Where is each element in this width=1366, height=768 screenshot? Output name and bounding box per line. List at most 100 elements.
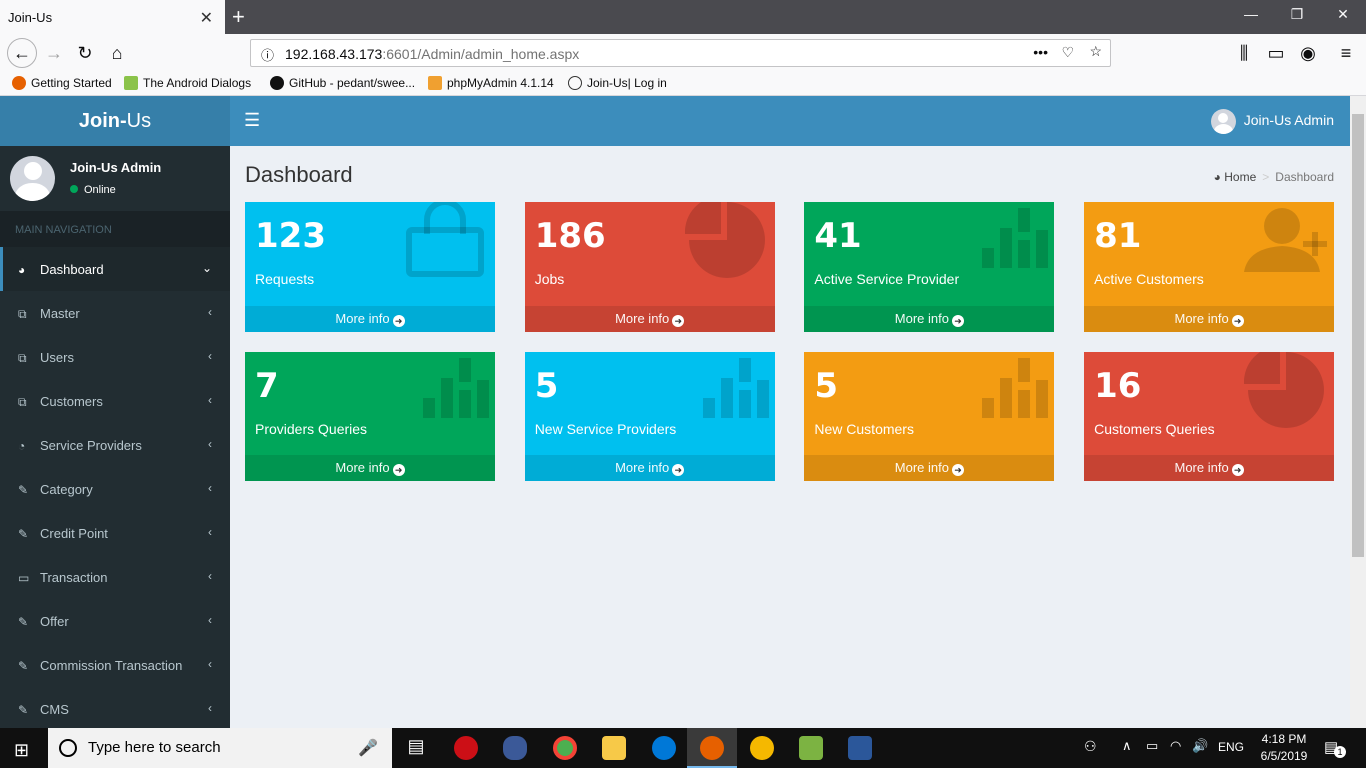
menu-icon[interactable]: ≡ [1334, 41, 1358, 65]
more-info-link[interactable]: More info ➜ [1084, 455, 1335, 481]
info-box-label: Jobs [534, 271, 565, 287]
sidebar-toggle-icon[interactable]: ▭ [1264, 41, 1288, 65]
volume-icon[interactable]: 🔊 [1192, 738, 1208, 754]
home-icon[interactable]: ⌂ [105, 41, 129, 65]
language-indicator[interactable]: ENG [1218, 740, 1244, 754]
battery-icon[interactable]: ▭ [1146, 738, 1158, 754]
firefox-icon [12, 76, 26, 90]
sidebar-toggle-icon[interactable]: ☰ [244, 110, 260, 131]
notifications-icon[interactable]: ▤ 1 [1324, 738, 1346, 758]
breadcrumb-home[interactable]: Home [1224, 170, 1256, 184]
info-box-label: Customers Queries [1094, 421, 1215, 437]
info-box-label: Requests [255, 271, 315, 287]
sidebar-item-service-providers[interactable]: ◔ Service Providers ‹ [0, 423, 230, 467]
taskbar-search[interactable]: Type here to search 🎤 [48, 728, 392, 768]
page-actions-icon[interactable]: ••• [1033, 44, 1048, 60]
sidebar-item-customers[interactable]: ⧉ Customers ‹ [0, 379, 230, 423]
new-tab-icon[interactable]: + [232, 4, 245, 30]
bookmark-item[interactable]: The Android Dialogs [124, 76, 251, 90]
chevron-left-icon: ‹ [208, 437, 212, 451]
brand-logo[interactable]: Join-Us [0, 96, 230, 146]
reload-icon[interactable]: ↻ [73, 41, 97, 65]
info-box-value: 5 [534, 366, 559, 406]
page-scrollbar[interactable] [1350, 96, 1366, 728]
url-host: 192.168.43.173 [285, 46, 383, 62]
more-info-link[interactable]: More info ➜ [804, 306, 1055, 332]
more-info-link[interactable]: More info ➜ [524, 306, 775, 332]
pocket-icon[interactable]: ♡ [1061, 44, 1074, 61]
info-icon[interactable]: ⓘ [261, 45, 274, 64]
edge-icon[interactable] [652, 736, 676, 760]
chevron-left-icon: ‹ [208, 393, 212, 407]
info-box-value: 5 [814, 366, 839, 406]
chevron-left-icon: ‹ [208, 569, 212, 583]
sidebar-item-credit-point[interactable]: ✎ Credit Point ‹ [0, 511, 230, 555]
info-box-value: 41 [814, 216, 862, 256]
chevron-down-icon: ⌄ [201, 261, 212, 275]
info-box-label: New Customers [814, 421, 914, 437]
breadcrumb-current: Dashboard [1275, 170, 1334, 184]
sidebar-item-master[interactable]: ⧉ Master ‹ [0, 291, 230, 335]
library-icon[interactable]: ⫼ [1232, 41, 1256, 65]
sidebar-item-label: Customers [40, 394, 103, 409]
close-tab-icon[interactable]: ✕ [200, 8, 213, 28]
wifi-icon[interactable]: ◠ [1170, 738, 1181, 754]
info-box-new-customers: 5 New Customers More info ➜ [804, 352, 1055, 481]
more-info-link[interactable]: More info ➜ [524, 455, 775, 481]
more-info-link[interactable]: More info ➜ [245, 455, 495, 481]
url-path: :6601/Admin/admin_home.aspx [382, 46, 580, 62]
sidebar-item-offer[interactable]: ✎ Offer ‹ [0, 599, 230, 643]
page-title: Dashboard [245, 162, 353, 187]
file-explorer-icon[interactable] [602, 736, 626, 760]
taskbar-clock[interactable]: 4:18 PM 6/5/2019 [1254, 731, 1314, 765]
vlc-icon[interactable] [750, 736, 774, 760]
copy-icon: ⧉ [18, 395, 27, 409]
app-icon[interactable] [503, 736, 527, 760]
taskbar: ⊞ Type here to search 🎤 ▤ ⚇ ∧ ▭ ◠ 🔊 ENG … [0, 728, 1366, 768]
sidebar-item-users[interactable]: ⧉ Users ‹ [0, 335, 230, 379]
chrome-icon[interactable] [553, 736, 577, 760]
task-view-icon[interactable]: ▤ [404, 736, 428, 760]
window-close-icon[interactable]: ✕ [1320, 6, 1366, 23]
browser-tab[interactable]: Join-Us ✕ [0, 0, 225, 34]
restore-icon[interactable]: ❐ [1274, 6, 1320, 23]
firefox-task[interactable] [687, 728, 737, 768]
sidebar-item-category[interactable]: ✎ Category ‹ [0, 467, 230, 511]
more-info-link[interactable]: More info ➜ [804, 455, 1055, 481]
tray-chevron-icon[interactable]: ∧ [1122, 738, 1132, 754]
browser-nav-bar: ← → ↻ ⌂ ⓘ 192.168.43.173:6601/Admin/admi… [0, 34, 1366, 72]
sidebar-item-dashboard[interactable]: ◕ Dashboard ⌄ [0, 247, 230, 291]
sidebar-item-label: Offer [40, 614, 69, 629]
bookmark-item[interactable]: Join-Us| Log in [568, 76, 667, 90]
extension-icon[interactable]: ◉ [1296, 41, 1320, 65]
minimize-icon[interactable]: — [1228, 6, 1274, 22]
pie-chart-icon: ◔ [18, 439, 26, 453]
word-icon[interactable] [848, 736, 872, 760]
user-menu[interactable]: Join-Us Admin [1210, 109, 1334, 134]
bookmark-item[interactable]: GitHub - pedant/swee... [270, 76, 415, 90]
android-studio-icon[interactable] [799, 736, 823, 760]
opera-icon[interactable] [454, 736, 478, 760]
microphone-icon[interactable]: 🎤 [358, 738, 378, 758]
sidebar-item-commission-transaction[interactable]: ✎ Commission Transaction ‹ [0, 643, 230, 687]
arrow-circle-right-icon: ➜ [392, 464, 405, 476]
info-box-value: 186 [534, 216, 606, 256]
scrollbar-thumb[interactable] [1352, 114, 1364, 557]
bookmark-item[interactable]: phpMyAdmin 4.1.14 [428, 76, 554, 90]
bookmark-item[interactable]: Getting Started [12, 76, 112, 90]
info-box-label: Providers Queries [255, 421, 368, 437]
sidebar-item-transaction[interactable]: ▭ Transaction ‹ [0, 555, 230, 599]
forward-icon[interactable]: → [42, 41, 66, 65]
sidebar-username: Join-Us Admin [70, 160, 162, 175]
top-navbar: ☰ Join-Us Admin [230, 96, 1350, 146]
sidebar-item-cms[interactable]: ✎ CMS ‹ [0, 687, 230, 728]
tab-title: Join-Us [8, 10, 53, 25]
cortana-icon [59, 739, 77, 757]
bookmark-star-icon[interactable]: ☆ [1089, 43, 1102, 60]
url-bar[interactable]: ⓘ 192.168.43.173:6601/Admin/admin_home.a… [250, 39, 1111, 67]
back-icon[interactable]: ← [7, 38, 37, 68]
more-info-link[interactable]: More info ➜ [245, 306, 495, 332]
more-info-link[interactable]: More info ➜ [1084, 306, 1335, 332]
people-icon[interactable]: ⚇ [1084, 738, 1097, 755]
windows-start-icon[interactable]: ⊞ [14, 740, 29, 761]
